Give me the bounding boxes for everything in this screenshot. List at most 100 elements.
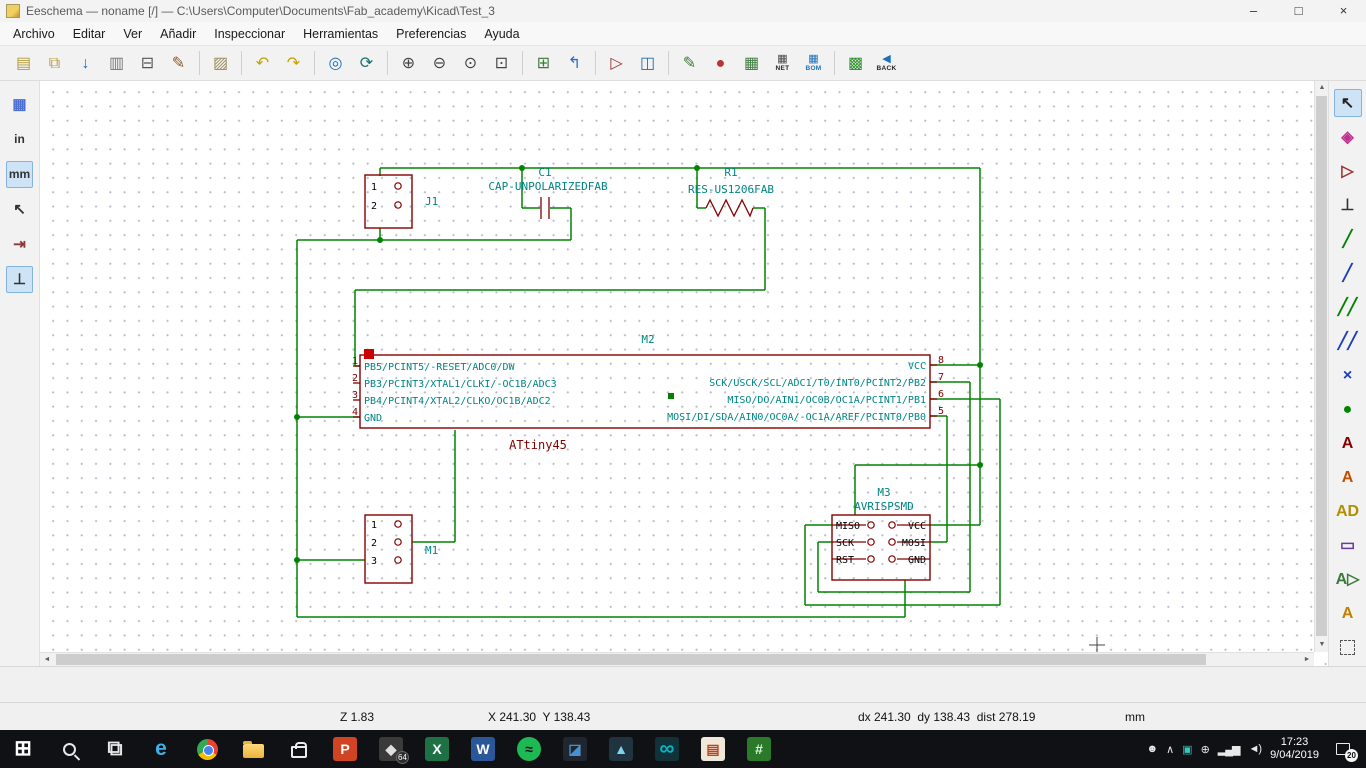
zoom-area-button[interactable]: ⊡ <box>488 50 515 77</box>
menu-anadir[interactable]: Añadir <box>151 27 205 41</box>
pin-number[interactable]: 5 <box>938 406 944 417</box>
C1-reference[interactable]: C1 <box>538 166 551 179</box>
pin-circle[interactable] <box>867 521 875 529</box>
paste-button[interactable]: ▨ <box>207 50 234 77</box>
pin-circle[interactable] <box>394 556 402 564</box>
pin-name[interactable]: MISO <box>836 521 860 532</box>
symbol-fields-button[interactable]: ▦ <box>738 50 765 77</box>
pin-name[interactable]: SCK/USCK/SCL/ADC1/T0/INT0/PCINT2/PB2 <box>709 378 926 389</box>
pin-number[interactable]: 4 <box>352 407 358 418</box>
menu-herramientas[interactable]: Herramientas <box>294 27 387 41</box>
anchor-marker[interactable] <box>668 393 674 399</box>
pin-number[interactable]: 1 <box>371 182 377 193</box>
menu-ver[interactable]: Ver <box>114 27 151 41</box>
taskbar-clock[interactable]: 17:23 9/04/2019 <box>1270 736 1319 762</box>
loop-app-icon[interactable]: ∞ <box>644 730 690 768</box>
volume-icon[interactable]: ◄) <box>1249 743 1263 755</box>
open-schematic-button[interactable]: ⧉ <box>41 50 68 77</box>
plot-button[interactable]: ✎ <box>165 50 192 77</box>
schematic-canvas[interactable]: C1 CAP-UNPOLARIZEDFAB R1 RES-US1206FAB J1 M2 A… <box>40 81 1328 666</box>
pin-circle[interactable] <box>888 521 896 529</box>
pin-name[interactable]: PB3/PCINT3/XTAL1/CLKI/-OC1B/ADC3 <box>364 379 557 390</box>
pin-number[interactable]: 2 <box>371 201 377 212</box>
junction-dot[interactable] <box>294 414 300 420</box>
pin-name[interactable]: PB4/PCINT4/XTAL2/CLKO/OC1B/ADC2 <box>364 396 551 407</box>
schematic[interactable]: C1CAP-UNPOLARIZEDFAB R1 RES-US1206FAB J1 M2 A… <box>40 81 1328 666</box>
leave-sheet-button[interactable]: ↰ <box>561 50 588 77</box>
horizontal-scroll-thumb[interactable] <box>56 654 1206 665</box>
refresh-button[interactable]: ⟳ <box>353 50 380 77</box>
document-app-icon[interactable]: ▤ <box>690 730 736 768</box>
vertical-scroll-thumb[interactable] <box>1316 96 1327 636</box>
no-connect-tool-button[interactable]: × <box>1334 361 1362 389</box>
junction-dot[interactable] <box>694 165 700 171</box>
hierarchical-label-tool-button[interactable]: AD <box>1334 497 1362 525</box>
pin-number[interactable]: 3 <box>352 390 358 401</box>
chrome-icon[interactable] <box>184 730 230 768</box>
start-button[interactable]: ⊞ <box>0 730 46 768</box>
action-center-button[interactable]: 20 <box>1328 736 1358 762</box>
menu-archivo[interactable]: Archivo <box>4 27 64 41</box>
import-sheet-pin-tool-button[interactable]: A▷ <box>1334 565 1362 593</box>
M3-reference[interactable]: M3 <box>877 486 890 499</box>
minimize-button[interactable]: – <box>1231 0 1276 22</box>
scroll-right-arrow[interactable]: ► <box>1300 653 1314 666</box>
global-label-tool-button[interactable]: A <box>1334 463 1362 491</box>
pin-number[interactable]: 6 <box>938 389 944 400</box>
junction-dot[interactable] <box>294 557 300 563</box>
grid-toggle-button[interactable]: ▦ <box>6 91 33 118</box>
zoom-out-button[interactable]: ⊖ <box>426 50 453 77</box>
menu-preferencias[interactable]: Preferencias <box>387 27 475 41</box>
signal-icon[interactable]: ▂▄▆ <box>1218 743 1241 756</box>
scroll-up-arrow[interactable]: ▲ <box>1315 81 1328 95</box>
pin-name[interactable]: MOSI <box>902 538 926 549</box>
pin-name[interactable]: VCC <box>908 521 926 532</box>
net-label-tool-button[interactable]: A <box>1334 429 1362 457</box>
menu-ayuda[interactable]: Ayuda <box>475 27 528 41</box>
redo-button[interactable]: ↷ <box>280 50 307 77</box>
back-annotate-button[interactable]: ◀ BACK <box>873 50 900 77</box>
excel-icon[interactable]: X <box>414 730 460 768</box>
pin-circle[interactable] <box>888 555 896 563</box>
pin-number[interactable]: 1 <box>371 520 377 531</box>
people-icon[interactable]: ☻ <box>1147 743 1159 755</box>
network-icon[interactable]: ⊕ <box>1201 743 1210 756</box>
powerpoint-icon[interactable]: P <box>322 730 368 768</box>
pin-number[interactable]: 8 <box>938 355 944 366</box>
undo-button[interactable]: ↶ <box>249 50 276 77</box>
pin-name[interactable]: PB5/PCINT5/-RESET/ADC0/DW <box>364 362 515 373</box>
vertical-scrollbar[interactable]: ▲ ▼ <box>1314 81 1328 652</box>
close-button[interactable]: × <box>1321 0 1366 22</box>
junction-dot[interactable] <box>519 165 525 171</box>
pin-name[interactable]: SCK <box>836 538 854 549</box>
photos-icon[interactable]: ▲ <box>598 730 644 768</box>
M3-value[interactable]: AVRISPSMD <box>854 500 914 513</box>
horizontal-scrollbar[interactable]: ◄ ► <box>40 652 1314 666</box>
R1-value[interactable]: RES-US1206FAB <box>688 183 774 196</box>
units-mm-button[interactable]: mm <box>6 161 33 188</box>
bus-to-bus-entry-tool-button[interactable]: ╱╱ <box>1334 327 1362 355</box>
pin-circle[interactable] <box>888 538 896 546</box>
edge-icon[interactable]: e <box>138 730 184 768</box>
J1-reference[interactable]: J1 <box>425 195 438 208</box>
page-settings-button[interactable]: ▥ <box>103 50 130 77</box>
place-wire-tool-button[interactable]: ╱ <box>1334 225 1362 253</box>
pin-number[interactable]: 3 <box>371 556 377 567</box>
store-icon[interactable] <box>276 730 322 768</box>
annotate-button[interactable]: ✎ <box>676 50 703 77</box>
pin-circle[interactable] <box>394 538 402 546</box>
cursor-shape-button[interactable]: ↖ <box>6 196 33 223</box>
scroll-down-arrow[interactable]: ▼ <box>1315 638 1328 652</box>
kicad-app-icon[interactable]: # <box>736 730 782 768</box>
wire-to-bus-entry-tool-button[interactable]: ╱╱ <box>1334 293 1362 321</box>
save-button[interactable]: ↓ <box>72 50 99 77</box>
text-tool-button[interactable]: A <box>1334 599 1362 627</box>
junction-dot[interactable] <box>377 237 383 243</box>
bom-button[interactable]: ▦ BOM <box>800 50 827 77</box>
pin-number[interactable]: 2 <box>352 373 358 384</box>
print-button[interactable]: ⊟ <box>134 50 161 77</box>
R1-reference[interactable]: R1 <box>724 166 737 179</box>
zoom-in-button[interactable]: ⊕ <box>395 50 422 77</box>
pin-name[interactable]: GND <box>364 413 382 424</box>
junction-dot[interactable] <box>977 362 983 368</box>
